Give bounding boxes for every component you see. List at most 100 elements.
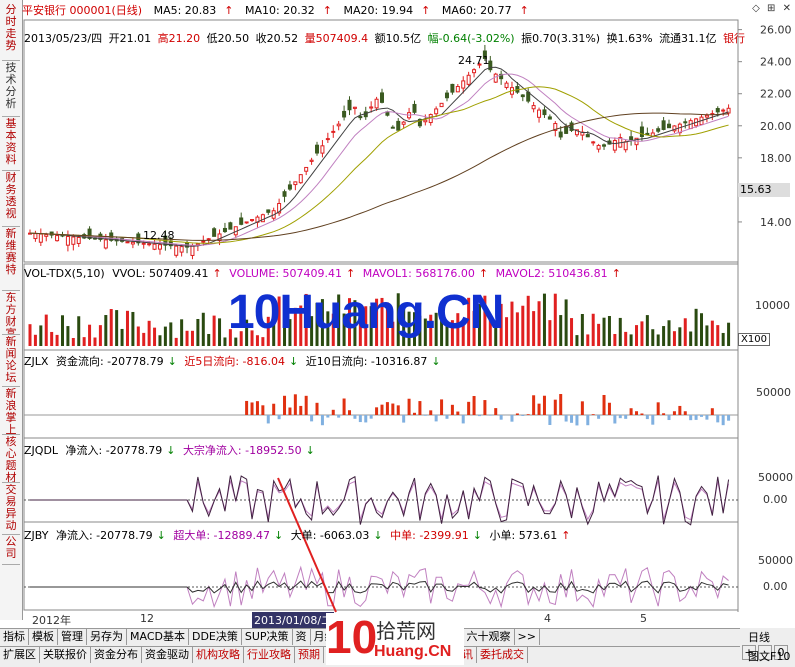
zjlx-bar (684, 411, 687, 415)
bottom-tab-6[interactable]: SUP决策 (242, 629, 293, 645)
zjlx-bar (462, 415, 465, 423)
zjlx-bar (402, 415, 405, 423)
arrow-up-icon: ↑ (612, 267, 621, 280)
vol-tick-label: 10000 (755, 299, 790, 312)
zjlx-bar (673, 411, 676, 415)
zjlx-flow: 资金流向: -20778.79 (56, 355, 164, 368)
zjlx-bar (473, 396, 476, 415)
zjlx-bar (565, 415, 568, 422)
bottom-tab-4[interactable]: MACD基本 (127, 629, 189, 645)
bottom-tab-3[interactable]: 另存为 (87, 629, 127, 645)
candle-body (310, 160, 313, 161)
volume-bar (99, 325, 102, 346)
candle-body (359, 117, 362, 118)
candle-body (521, 95, 524, 97)
volume-bar (169, 322, 172, 346)
volume-bar (700, 313, 703, 346)
zjlx-bar (695, 415, 698, 420)
bottom-tab2-6[interactable]: 预期 (295, 647, 324, 663)
ma5-line (30, 67, 729, 246)
volume-bar (202, 313, 205, 346)
zjlx-bar (483, 400, 486, 415)
zjlx-bar (381, 405, 384, 415)
zjlx-bar (321, 415, 324, 425)
candle-body (77, 237, 80, 243)
zjlx-bar (332, 410, 335, 415)
volume-bar (538, 301, 541, 346)
bottom-tab2-1[interactable]: 关联报价 (40, 647, 91, 663)
bottom-tab2-10[interactable]: 委托成交 (477, 647, 528, 663)
volume-bar (110, 309, 113, 346)
volume-bar (565, 299, 568, 346)
bottom-tab2-3[interactable]: 资金驱动 (142, 647, 193, 663)
candle-body (668, 124, 671, 127)
volume-bar (45, 315, 48, 346)
candle-body (261, 215, 264, 222)
candle-body (456, 87, 459, 92)
bottom-tab2-0[interactable]: 扩展区 (0, 647, 40, 663)
bottom-tab-12[interactable]: >> (515, 629, 540, 645)
bottom-tab-0[interactable]: 指标 (0, 629, 29, 645)
volume-bar (716, 325, 719, 346)
volume-bar (180, 319, 183, 346)
vol-header: VOL-TDX(5,10) VVOL: 507409.41↑ VOLUME: 5… (24, 267, 625, 280)
candle-body (251, 220, 254, 221)
arrow-down-icon: ↓ (157, 529, 166, 542)
candle-body (148, 244, 151, 245)
volume-bar (196, 319, 199, 346)
candle-body (413, 104, 416, 112)
candle-body (716, 109, 719, 112)
zjlx-bar (445, 415, 448, 419)
bottom-tab-2[interactable]: 管理 (58, 629, 87, 645)
candle-body (451, 84, 454, 92)
candle-body (34, 234, 37, 239)
candle-body (72, 237, 75, 244)
zjlx-bar (548, 415, 551, 425)
zjlx-bar (543, 396, 546, 415)
candle-body (326, 139, 329, 140)
time-label-12: 12 (140, 612, 154, 625)
volume-bar (72, 338, 75, 346)
zjlx-bar (364, 415, 367, 422)
volume-bar (586, 334, 589, 346)
candle-body (245, 222, 248, 223)
volume-bar (186, 331, 189, 346)
candle-body (283, 192, 286, 197)
volume-bar (684, 318, 687, 346)
zjlx-bar (435, 415, 438, 421)
candle-body (370, 107, 373, 108)
zjlx-bar (359, 415, 362, 422)
stock-chart-app: 分时走势技术分析基本资料财务透视新维赛特东方财富新闻论坛新浪掌上核心题材交易异动… (0, 0, 795, 666)
bottom-tab-7[interactable]: 资 (293, 629, 311, 645)
period-label[interactable]: 日线 (748, 629, 770, 645)
bottom-tab2-4[interactable]: 机构攻略 (193, 647, 244, 663)
arrow-down-icon: ↓ (431, 355, 440, 368)
zjlx-tick-label: 50000 (756, 386, 791, 399)
zjlx-bar (478, 415, 481, 416)
high-annotation: 24.71 (458, 54, 490, 67)
bottom-tab-5[interactable]: DDE决策 (189, 629, 242, 645)
zjlx-bar (711, 408, 714, 415)
bottom-tab-11[interactable]: 六十观察 (464, 629, 515, 645)
candle-body (196, 244, 199, 245)
zjlx-bar (343, 399, 346, 415)
f10-button[interactable]: 图文F10 (748, 648, 790, 664)
candle-body (299, 175, 302, 183)
zjby-l: 大单: -6063.03 (291, 529, 370, 542)
zjlx-bar (575, 415, 578, 425)
volume-bar (592, 314, 595, 346)
candle-body (223, 228, 226, 231)
volume-bar (646, 315, 649, 346)
arrow-down-icon: ↓ (473, 529, 482, 542)
candle-body (39, 234, 42, 242)
bottom-tab2-2[interactable]: 资金分布 (91, 647, 142, 663)
logo-cn: 拾荒网 (376, 615, 436, 644)
bottom-tab-1[interactable]: 模板 (29, 629, 58, 645)
zjlx-bar (337, 415, 340, 418)
zjby-tick-label: 50000 (758, 554, 793, 567)
candle-body (45, 235, 48, 237)
time-label-5: 5 (640, 612, 647, 625)
candle-body (597, 145, 600, 149)
bottom-tab2-5[interactable]: 行业攻略 (244, 647, 295, 663)
candle-body (592, 142, 595, 143)
